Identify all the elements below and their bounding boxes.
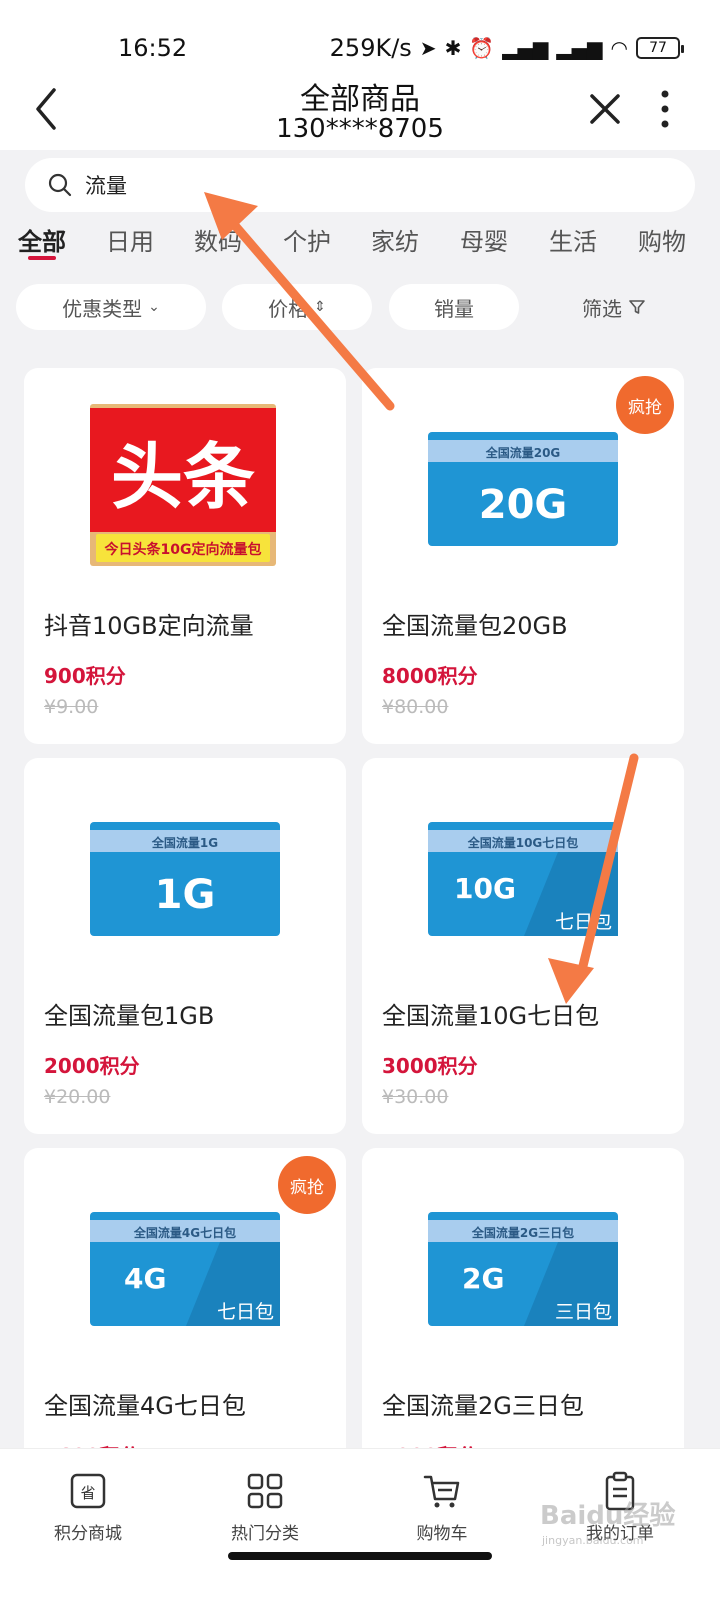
close-icon[interactable]	[580, 84, 630, 134]
chevron-down-icon: ⌄	[148, 299, 160, 315]
product-name: 全国流量包1GB	[44, 1002, 215, 1030]
filter-bar: 优惠类型 ⌄ 价格 ⇕ 销量 筛选	[0, 284, 720, 334]
svg-text:省: 省	[80, 1484, 95, 1502]
product-image-corner-text: 七日包	[555, 911, 612, 933]
product-image-strip-text: 今日头条10G定向流量包	[104, 541, 262, 558]
product-original-price: ¥30.00	[382, 1086, 449, 1108]
signal-icon-2: ▂▄▆	[556, 36, 603, 60]
tab-home-textile[interactable]: 家纺	[371, 222, 419, 257]
product-image-big-text: 4G	[124, 1262, 166, 1295]
product-name: 全国流量包20GB	[382, 612, 568, 640]
product-image-corner-text: 三日包	[555, 1301, 612, 1323]
grid-icon	[247, 1473, 283, 1509]
alarm-icon: ⏰	[469, 36, 495, 60]
header: 全部商品 130****8705	[0, 70, 720, 150]
signal-icon: ▂▄▆	[502, 36, 549, 60]
price-label: 价格	[268, 296, 309, 321]
nav-hot-categories[interactable]: 热门分类	[205, 1471, 325, 1544]
active-tab-indicator	[28, 256, 56, 260]
tab-personal-care[interactable]: 个护	[283, 222, 331, 257]
filter-button[interactable]: 筛选	[582, 284, 646, 330]
hot-badge: 疯抢	[616, 376, 674, 434]
product-name: 全国流量2G三日包	[382, 1392, 584, 1420]
product-image-big-text: 20G	[479, 482, 568, 528]
search-input[interactable]	[85, 168, 645, 202]
wifi-icon: ◠	[610, 36, 628, 60]
search-bar[interactable]	[25, 158, 695, 212]
product-name: 抖音10GB定向流量	[44, 612, 254, 640]
product-image-big-text: 10G	[454, 872, 516, 905]
location-icon: ➤	[419, 36, 437, 60]
sort-arrows-icon: ⇕	[314, 299, 326, 315]
baidu-watermark-url: jingyan.baidu.com	[542, 1534, 644, 1547]
product-card[interactable]: 全国流量1G 1G 全国流量包1GB 2000积分 ¥20.00	[24, 758, 346, 1134]
cart-icon	[423, 1475, 460, 1508]
product-points-price: 3000积分	[382, 1054, 478, 1078]
product-points-price: 8000积分	[382, 664, 478, 688]
search-area	[0, 150, 720, 222]
product-image-big-text: 头条	[111, 435, 255, 519]
nav-label: 热门分类	[231, 1524, 299, 1544]
product-image-corner-text: 七日包	[217, 1301, 274, 1323]
product-image-title: 全国流量2G三日包	[471, 1225, 574, 1240]
status-time: 16:52	[118, 34, 188, 62]
discount-type-filter[interactable]: 优惠类型 ⌄	[16, 284, 206, 330]
baidu-watermark: Baidu经验	[540, 1501, 676, 1531]
hot-badge: 疯抢	[278, 1156, 336, 1214]
filter-label: 筛选	[582, 296, 622, 321]
tab-daily[interactable]: 日用	[106, 222, 154, 257]
product-image-title: 全国流量1G	[151, 835, 218, 850]
tab-all[interactable]: 全部	[18, 222, 66, 257]
network-speed: 259K/s	[329, 34, 412, 62]
battery-icon: 77	[636, 37, 684, 59]
sales-sort[interactable]: 销量	[389, 284, 519, 330]
product-image-toutiao: 头条 今日头条10G定向流量包	[90, 404, 276, 566]
bluetooth-icon: ✱	[444, 36, 462, 60]
points-mall-icon: 省	[70, 1473, 106, 1509]
product-card[interactable]: 全国流量10G七日包 10G 七日包 全国流量10G七日包 3000积分 ¥30…	[362, 758, 684, 1134]
product-original-price: ¥20.00	[44, 1086, 111, 1108]
tab-maternal[interactable]: 母婴	[460, 222, 508, 257]
product-image-title: 全国流量4G七日包	[133, 1225, 236, 1240]
status-icons: 259K/s ➤ ✱ ⏰ ▂▄▆ ▂▄▆ ◠ 77	[329, 34, 684, 62]
home-indicator[interactable]	[228, 1552, 492, 1560]
nav-label: 积分商城	[54, 1524, 122, 1544]
tab-digital[interactable]: 数码	[194, 222, 242, 257]
search-icon	[48, 173, 72, 197]
nav-points-mall[interactable]: 省 积分商城	[28, 1471, 148, 1544]
more-icon[interactable]	[650, 84, 680, 134]
discount-type-label: 优惠类型	[62, 296, 143, 321]
funnel-icon	[629, 300, 645, 314]
product-card[interactable]: 全国流量20G 20G 疯抢 全国流量包20GB 8000积分 ¥80.00	[362, 368, 684, 744]
price-sort[interactable]: 价格 ⇕	[222, 284, 372, 330]
product-points-price: 900积分	[44, 664, 126, 688]
product-image-big-text: 1G	[155, 872, 216, 918]
product-name: 全国流量10G七日包	[382, 1002, 600, 1030]
product-original-price: ¥9.00	[44, 696, 99, 718]
product-image-10g: 全国流量10G七日包 10G 七日包	[428, 822, 618, 936]
tab-shopping[interactable]: 购物	[638, 222, 686, 257]
product-image-title: 全国流量20G	[485, 445, 561, 460]
tab-life[interactable]: 生活	[549, 222, 597, 257]
product-image-1g: 全国流量1G 1G	[90, 822, 280, 936]
sales-label: 销量	[434, 296, 474, 321]
category-tabs: 全部 日用 数码 个护 家纺 母婴 生活 购物	[0, 222, 720, 272]
product-image-title: 全国流量10G七日包	[467, 835, 579, 850]
product-points-price: 2000积分	[44, 1054, 140, 1078]
nav-label: 购物车	[416, 1524, 468, 1544]
product-card[interactable]: 头条 今日头条10G定向流量包 抖音10GB定向流量 900积分 ¥9.00	[24, 368, 346, 744]
nav-cart[interactable]: 购物车	[382, 1471, 502, 1544]
product-name: 全国流量4G七日包	[44, 1392, 246, 1420]
product-original-price: ¥80.00	[382, 696, 449, 718]
product-image-2g: 全国流量2G三日包 2G 三日包	[428, 1212, 618, 1326]
product-image-big-text: 2G	[462, 1262, 504, 1295]
